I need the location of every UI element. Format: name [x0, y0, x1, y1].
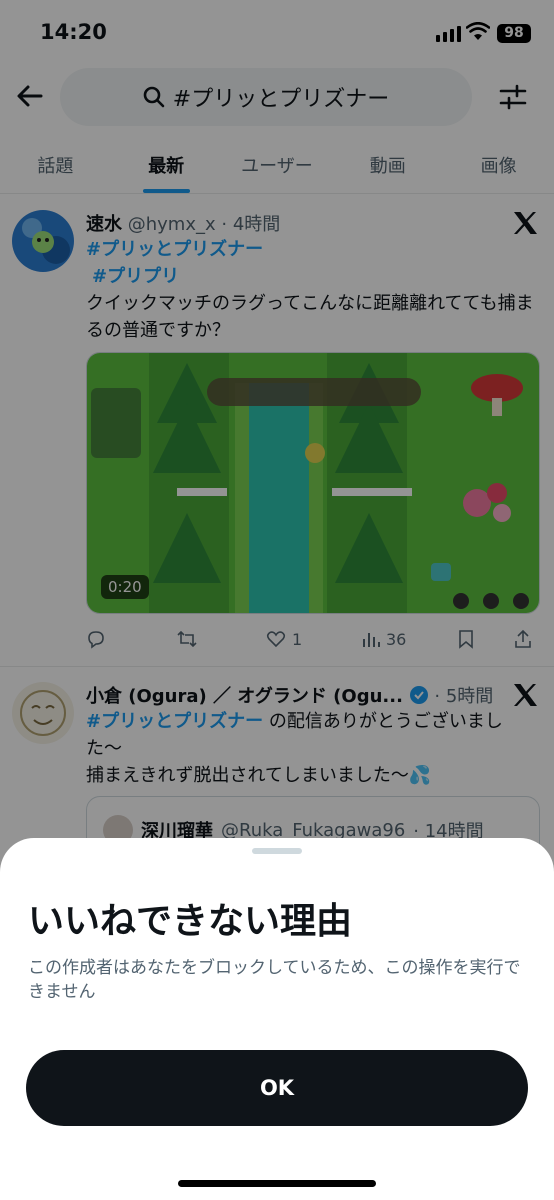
- sheet-title: いいねできない理由: [28, 901, 353, 942]
- drag-handle[interactable]: [252, 848, 302, 854]
- sheet-description: この作成者はあなたをブロックしているため、この操作を実行できません: [28, 958, 521, 1002]
- home-indicator[interactable]: [178, 1180, 376, 1187]
- bottom-sheet: いいねできない理由 この作成者はあなたをブロックしているため、この操作を実行でき…: [0, 838, 554, 1200]
- ok-button[interactable]: OK: [26, 1050, 528, 1126]
